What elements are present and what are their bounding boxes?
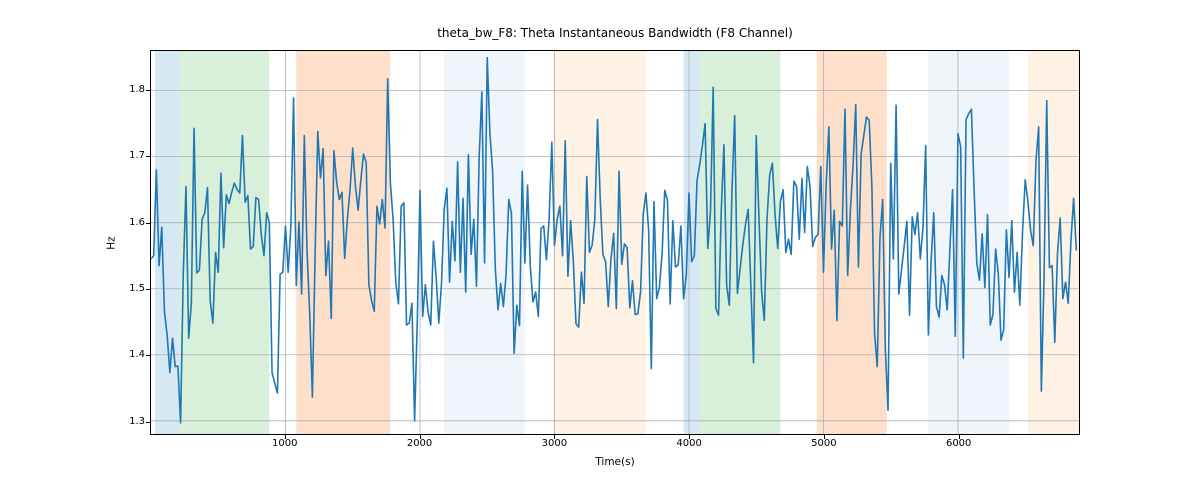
y-tick-label: 1.3 bbox=[117, 416, 145, 427]
y-tick-mark bbox=[146, 355, 150, 356]
x-tick-label: 3000 bbox=[534, 438, 574, 449]
x-tick-label: 2000 bbox=[400, 438, 440, 449]
y-tick-label: 1.6 bbox=[117, 217, 145, 228]
x-tick-mark bbox=[824, 435, 825, 439]
y-tick-mark bbox=[146, 422, 150, 423]
y-tick-label: 1.5 bbox=[117, 283, 145, 294]
x-tick-label: 6000 bbox=[939, 438, 979, 449]
x-tick-label: 4000 bbox=[669, 438, 709, 449]
x-axis-label: Time(s) bbox=[150, 456, 1080, 468]
background-region bbox=[928, 51, 1009, 434]
background-region bbox=[817, 51, 887, 434]
chart-title: theta_bw_F8: Theta Instantaneous Bandwid… bbox=[150, 26, 1080, 40]
y-tick-label: 1.7 bbox=[117, 150, 145, 161]
x-tick-mark bbox=[959, 435, 960, 439]
figure: theta_bw_F8: Theta Instantaneous Bandwid… bbox=[0, 0, 1200, 500]
x-tick-mark bbox=[420, 435, 421, 439]
x-tick-mark bbox=[554, 435, 555, 439]
plot-area bbox=[150, 50, 1080, 435]
x-tick-mark bbox=[285, 435, 286, 439]
y-tick-mark bbox=[146, 156, 150, 157]
background-region bbox=[700, 51, 781, 434]
y-tick-mark bbox=[146, 289, 150, 290]
y-tick-label: 1.4 bbox=[117, 349, 145, 360]
x-tick-label: 1000 bbox=[265, 438, 305, 449]
y-tick-mark bbox=[146, 223, 150, 224]
y-axis-label: Hz bbox=[104, 50, 120, 435]
plot-svg bbox=[151, 51, 1079, 434]
y-tick-mark bbox=[146, 90, 150, 91]
y-tick-label: 1.8 bbox=[117, 84, 145, 95]
x-tick-label: 5000 bbox=[804, 438, 844, 449]
x-tick-mark bbox=[689, 435, 690, 439]
